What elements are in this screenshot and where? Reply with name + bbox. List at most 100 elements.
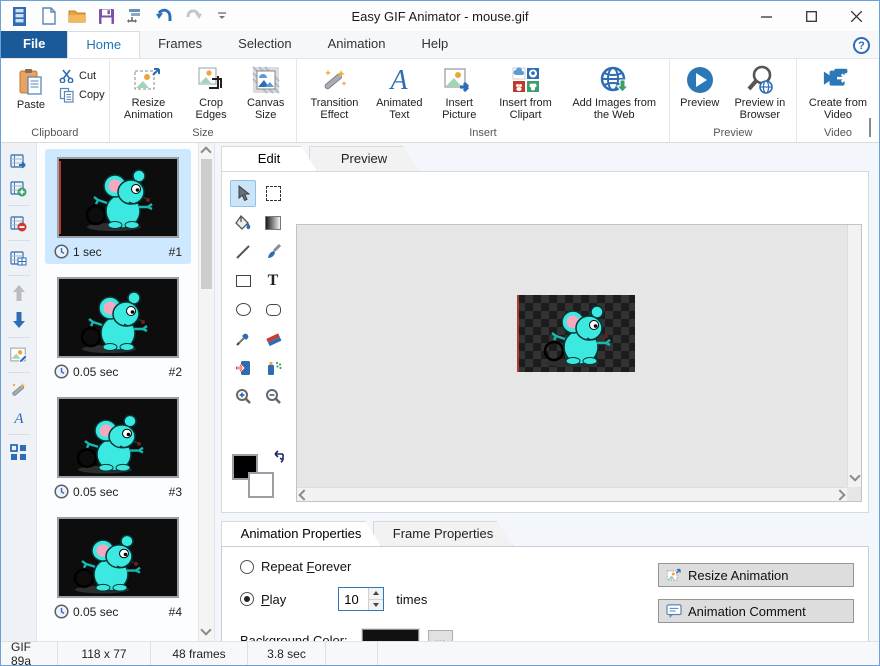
ellipse-tool[interactable]: [230, 296, 256, 323]
frames-list: 1 sec #1 0.05 sec #2: [39, 149, 197, 629]
eraser-tool[interactable]: [260, 325, 286, 352]
animated-text-icon: A: [383, 65, 415, 95]
cut-label: Cut: [79, 70, 96, 82]
preview-button[interactable]: Preview: [674, 63, 726, 111]
tab-preview[interactable]: Preview: [309, 146, 419, 171]
gif-image[interactable]: [517, 295, 635, 372]
background-color-picker-button[interactable]: ...: [428, 630, 453, 642]
copy-button[interactable]: Copy: [59, 87, 105, 103]
clock-icon: [54, 244, 69, 259]
add-frame-icon[interactable]: [8, 178, 30, 198]
new-file-icon[interactable]: [38, 6, 58, 26]
tab-frame-properties[interactable]: Frame Properties: [373, 521, 513, 546]
move-frame-down-icon[interactable]: [8, 310, 30, 330]
collapse-ribbon-icon[interactable]: [869, 118, 871, 136]
canvas-vertical-scrollbar[interactable]: [847, 225, 861, 487]
play-times-input[interactable]: [339, 588, 367, 610]
tab-home[interactable]: Home: [67, 31, 140, 58]
canvas-horizontal-scrollbar[interactable]: [297, 487, 847, 501]
export-frame-icon[interactable]: [8, 151, 30, 171]
fill-tool[interactable]: [230, 209, 256, 236]
text-strip-icon[interactable]: A: [8, 407, 30, 427]
tab-help[interactable]: Help: [403, 31, 466, 58]
minimize-button[interactable]: [744, 1, 789, 31]
play-radio[interactable]: Play times: [240, 587, 658, 611]
repeat-forever-radio[interactable]: Repeat Forever: [240, 559, 658, 574]
preview-group-label: Preview: [674, 126, 792, 142]
create-from-video-button[interactable]: Create from Video: [801, 63, 875, 123]
delete-frame-icon[interactable]: [8, 213, 30, 233]
frame-item-2[interactable]: 0.05 sec #2: [45, 269, 191, 384]
edit-frame-icon[interactable]: [8, 345, 30, 365]
help-icon[interactable]: ?: [853, 37, 870, 54]
replace-color-tool[interactable]: [230, 354, 256, 381]
customize-toolbar-icon[interactable]: [212, 6, 232, 26]
crop-edges-button[interactable]: Crop Edges: [185, 63, 237, 123]
frame-item-3[interactable]: 0.05 sec #3: [45, 389, 191, 504]
swap-colors-icon[interactable]: [272, 450, 286, 469]
insert-picture-label: Insert Picture: [436, 97, 482, 121]
undo-icon[interactable]: [154, 6, 174, 26]
rectangle-tool[interactable]: [230, 267, 256, 294]
preview-in-browser-button[interactable]: Preview in Browser: [728, 63, 792, 123]
canvas-size-button[interactable]: Canvas Size: [239, 63, 292, 123]
spray-tool[interactable]: [260, 354, 286, 381]
spinner-down-icon[interactable]: [369, 599, 383, 611]
properties-panel: Animation Properties Frame Properties Re…: [221, 521, 869, 637]
line-tool[interactable]: [230, 238, 256, 265]
palette-grid-icon[interactable]: [8, 442, 30, 462]
resize-animation-label: Resize Animation: [119, 97, 178, 121]
canvas-size-label: Canvas Size: [244, 97, 287, 121]
frames-scrollbar[interactable]: [198, 143, 214, 641]
text-tool[interactable]: T: [260, 267, 286, 294]
brush-tool[interactable]: [260, 238, 286, 265]
spinner-up-icon[interactable]: [369, 588, 383, 599]
tab-edit[interactable]: Edit: [221, 146, 317, 171]
tab-selection[interactable]: Selection: [220, 31, 309, 58]
gradient-tool[interactable]: [260, 209, 286, 236]
transition-effect-button[interactable]: Transition Effect: [301, 63, 367, 123]
eyedropper-tool[interactable]: [230, 325, 256, 352]
rounded-rectangle-tool[interactable]: [260, 296, 286, 323]
frame-item-1[interactable]: 1 sec #1: [45, 149, 191, 264]
export-frames-icon[interactable]: [125, 6, 145, 26]
canvas[interactable]: [296, 224, 862, 502]
animated-text-button[interactable]: A Animated Text: [370, 63, 430, 123]
select-tool[interactable]: [230, 180, 256, 207]
insert-from-clipart-button[interactable]: Insert from Clipart: [489, 63, 561, 123]
move-frame-up-icon[interactable]: [8, 283, 30, 303]
tab-animation-properties[interactable]: Animation Properties: [221, 521, 381, 546]
frame-item-4[interactable]: 0.05 sec #4: [45, 509, 191, 624]
frame-2-thumbnail: [57, 277, 179, 358]
background-color-swatch[interactable]: [248, 472, 274, 498]
redo-icon[interactable]: [183, 6, 203, 26]
close-button[interactable]: [834, 1, 879, 31]
animation-comment-button[interactable]: Animation Comment: [658, 599, 854, 623]
zoom-in-tool[interactable]: [230, 383, 256, 410]
insert-picture-button[interactable]: Insert Picture: [431, 63, 487, 123]
status-dimensions: 118 x 77: [58, 642, 151, 665]
add-images-from-web-button[interactable]: Add Images from the Web: [564, 63, 665, 123]
properties-tabs: Animation Properties Frame Properties: [221, 521, 869, 546]
paste-button[interactable]: Paste: [5, 63, 57, 113]
marquee-tool[interactable]: [260, 180, 286, 207]
resize-animation-side-button[interactable]: Resize Animation: [658, 563, 854, 587]
insert-from-clipart-label: Insert from Clipart: [494, 97, 556, 121]
open-folder-icon[interactable]: [67, 6, 87, 26]
zoom-out-tool[interactable]: [260, 383, 286, 410]
animation-background-color-swatch[interactable]: [362, 629, 419, 641]
crop-edges-label: Crop Edges: [190, 97, 232, 121]
tab-animation[interactable]: Animation: [310, 31, 404, 58]
cut-button[interactable]: Cut: [59, 69, 105, 83]
tab-frames[interactable]: Frames: [140, 31, 220, 58]
insert-group-label: Insert: [301, 126, 664, 142]
duplicate-frame-icon[interactable]: [8, 248, 30, 268]
wand-tool-strip-icon[interactable]: [8, 380, 30, 400]
app-filmstrip-icon[interactable]: [9, 6, 29, 26]
ribbon-group-preview: Preview Preview in Browser Preview: [670, 59, 797, 142]
play-times-spinner[interactable]: [338, 587, 384, 611]
resize-animation-button[interactable]: Resize Animation: [114, 63, 183, 123]
save-icon[interactable]: [96, 6, 116, 26]
tab-file[interactable]: File: [1, 31, 67, 58]
maximize-button[interactable]: [789, 1, 834, 31]
